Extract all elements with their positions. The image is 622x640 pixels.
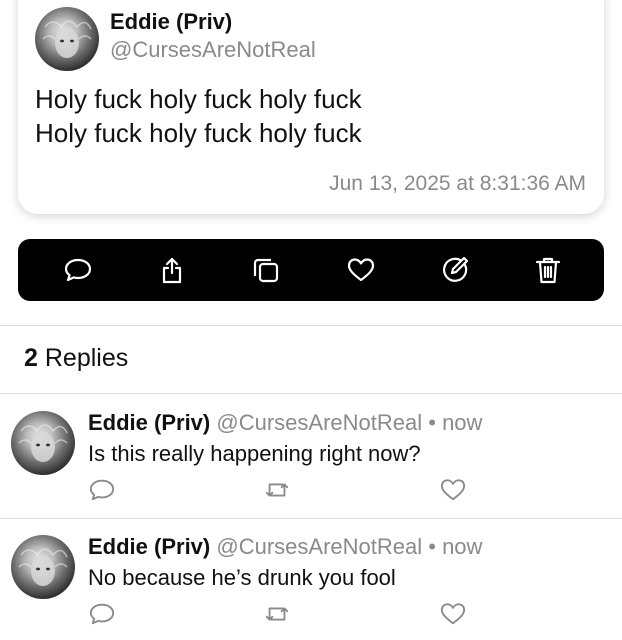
reply-author-handle[interactable]: @CursesAreNotReal [216,410,422,435]
reply-author-name[interactable]: Eddie (Priv) [88,534,210,559]
edit-icon[interactable] [441,256,469,284]
like-icon[interactable] [347,256,375,284]
post-card: Eddie (Priv) @CursesAreNotReal Holy fuck… [18,0,604,214]
replies-header: 2 Replies [24,344,128,373]
separator-dot: • [428,534,436,559]
repost-icon[interactable] [264,601,290,627]
avatar[interactable] [35,7,99,71]
reply-icon[interactable] [89,601,115,627]
list-item[interactable]: Eddie (Priv) @CursesAreNotReal • now No … [0,518,622,640]
reply-text: Is this really happening right now? [88,441,421,466]
reply-author-name[interactable]: Eddie (Priv) [88,410,210,435]
reply-author-handle[interactable]: @CursesAreNotReal [216,534,422,559]
avatar[interactable] [11,411,75,475]
post-body-line: Holy fuck holy fuck holy fuck [35,118,362,148]
post-author-handle[interactable]: @CursesAreNotReal [110,37,316,63]
share-icon[interactable] [158,256,186,284]
reply-meta: Eddie (Priv) @CursesAreNotReal • now [88,410,482,436]
like-icon[interactable] [440,601,466,627]
reply-time: now [442,410,483,435]
reply-time: now [442,534,483,559]
post-body-line: Holy fuck holy fuck holy fuck [35,84,362,114]
replies-count: 2 [24,344,38,372]
post-timestamp: Jun 13, 2025 at 8:31:36 AM [329,172,586,195]
separator-dot: • [428,410,436,435]
post-action-toolbar [18,239,604,301]
post-body: Holy fuck holy fuck holy fuck Holy fuck … [35,82,362,150]
delete-icon[interactable] [534,256,562,284]
like-icon[interactable] [440,477,466,503]
post-author-name[interactable]: Eddie (Priv) [110,9,232,35]
reply-icon[interactable] [64,256,92,284]
list-item[interactable]: Eddie (Priv) @CursesAreNotReal • now Is … [0,394,622,516]
reply-text: No because he’s drunk you fool [88,565,396,590]
repost-icon[interactable] [264,477,290,503]
divider [0,325,622,326]
reply-meta: Eddie (Priv) @CursesAreNotReal • now [88,534,482,560]
copy-icon[interactable] [252,256,280,284]
avatar[interactable] [11,535,75,599]
reply-icon[interactable] [89,477,115,503]
replies-label: Replies [44,344,129,372]
